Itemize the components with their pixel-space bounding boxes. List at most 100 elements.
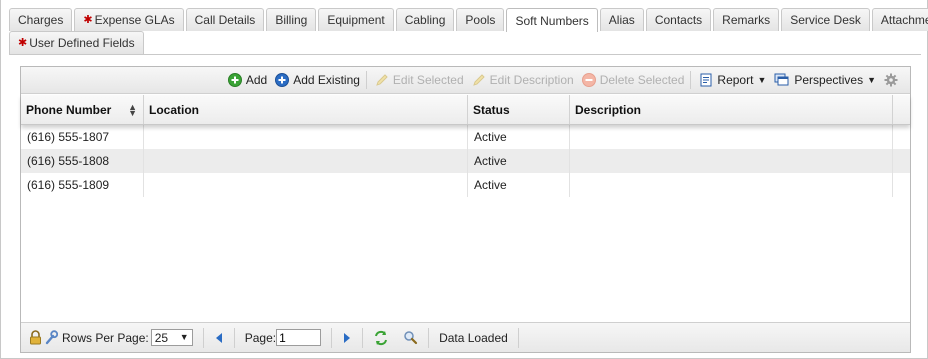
refresh-icon bbox=[375, 330, 388, 345]
grid-body: (616) 555-1807 Active (616) 555-1808 Active… bbox=[21, 125, 910, 322]
app-frame: Charges ✱ Expense GLAs Call Details Billing E… bbox=[0, 0, 928, 359]
arrow-right-icon bbox=[344, 332, 351, 343]
edit-description-label: Edit Description bbox=[489, 73, 574, 87]
status-header-label: Status bbox=[473, 102, 510, 117]
pencil-icon bbox=[472, 74, 485, 86]
footer-separator bbox=[202, 327, 204, 348]
edit-selected-label: Edit Selected bbox=[392, 73, 464, 87]
toolbar-separator bbox=[690, 71, 692, 89]
tab-bar: Charges ✱ Expense GLAs Call Details Billing E… bbox=[9, 8, 928, 54]
status-message: Data Loaded bbox=[439, 330, 508, 345]
footer-separator bbox=[428, 327, 430, 348]
search-button[interactable] bbox=[403, 330, 418, 345]
grid-toolbar: Add Add Existing Edit Selected Edit Desc… bbox=[21, 67, 910, 94]
tab-label: User Defined Fields bbox=[29, 36, 135, 50]
column-header-phone-number[interactable]: Phone Number ▲ ▼ bbox=[21, 95, 144, 124]
tab-row-2: ✱ User Defined Fields bbox=[9, 31, 921, 54]
toolbar-separator bbox=[365, 71, 367, 89]
sort-icon[interactable]: ▲ ▼ bbox=[128, 102, 137, 117]
tab-row-1: Charges ✱ Expense GLAs Call Details Billing E… bbox=[9, 8, 928, 32]
tab-soft-numbers[interactable]: Soft Numbers bbox=[506, 8, 598, 32]
perspectives-icon bbox=[774, 73, 789, 86]
table-row[interactable]: (616) 555-1807 Active bbox=[21, 125, 910, 149]
add-existing-button[interactable]: Add Existing bbox=[275, 73, 360, 87]
cell-phone-number: (616) 555-1808 bbox=[21, 149, 144, 173]
settings-button[interactable] bbox=[884, 73, 902, 87]
page-number-input[interactable] bbox=[276, 329, 322, 346]
tab-label: Soft Numbers bbox=[515, 13, 589, 28]
tab-user-defined-fields[interactable]: ✱ User Defined Fields bbox=[9, 31, 144, 54]
tab-alias[interactable]: Alias bbox=[599, 8, 644, 31]
cell-description bbox=[570, 173, 893, 197]
tab-label: Billing bbox=[275, 13, 308, 27]
previous-page-button[interactable] bbox=[214, 332, 224, 344]
tab-label: Service Desk bbox=[790, 13, 861, 27]
tab-equipment[interactable]: Equipment bbox=[318, 8, 394, 31]
tab-call-details[interactable]: Call Details bbox=[185, 8, 265, 31]
arrow-left-icon bbox=[215, 332, 222, 343]
cell-description bbox=[570, 125, 893, 149]
refresh-button[interactable] bbox=[373, 330, 389, 346]
footer-separator bbox=[233, 327, 235, 348]
soft-numbers-panel: Add Add Existing Edit Selected Edit Desc… bbox=[20, 66, 911, 353]
next-page-button[interactable] bbox=[342, 332, 352, 344]
cell-location bbox=[144, 125, 468, 149]
rows-per-page-label: Rows Per Page: bbox=[62, 330, 149, 345]
wrench-icon[interactable] bbox=[44, 330, 58, 345]
table-row[interactable]: (616) 555-1808 Active bbox=[21, 149, 910, 173]
edit-selected-button[interactable]: Edit Selected bbox=[375, 73, 464, 87]
cell-status: Active bbox=[468, 149, 570, 173]
add-label: Add bbox=[245, 73, 268, 87]
required-icon: ✱ bbox=[83, 13, 93, 26]
tab-label: Pools bbox=[465, 13, 496, 27]
tab-label: Remarks bbox=[722, 13, 771, 27]
column-header-location[interactable]: Location bbox=[144, 95, 468, 124]
grid-footer: Rows Per Page: 25 ▼ Page: 1 Data Loaded bbox=[21, 322, 910, 352]
tab-pools[interactable]: Pools bbox=[456, 8, 505, 31]
report-button[interactable]: Report ▼ bbox=[699, 73, 766, 87]
cell-phone-number: (616) 555-1809 bbox=[21, 173, 144, 197]
delete-selected-label: Delete Selected bbox=[599, 73, 685, 87]
tab-attachments[interactable]: Attachments bbox=[871, 8, 928, 31]
tab-divider bbox=[9, 54, 921, 55]
delete-selected-button[interactable]: Delete Selected bbox=[581, 73, 685, 87]
description-header-label: Description bbox=[575, 102, 642, 117]
chevron-down-icon: ▼ bbox=[867, 75, 876, 85]
lock-icon[interactable] bbox=[29, 330, 42, 345]
add-existing-label: Add Existing bbox=[293, 73, 360, 87]
report-label: Report bbox=[717, 73, 754, 87]
table-row[interactable]: (616) 555-1809 Active bbox=[21, 173, 910, 197]
footer-separator bbox=[517, 327, 519, 348]
tab-contacts[interactable]: Contacts bbox=[645, 8, 712, 31]
add-button[interactable]: Add bbox=[227, 73, 268, 87]
cell-phone-number: (616) 555-1807 bbox=[21, 125, 144, 149]
column-header-description[interactable]: Description bbox=[570, 95, 893, 124]
add-icon bbox=[227, 73, 242, 87]
grid-header: Phone Number ▲ ▼ Location Status Descript… bbox=[21, 95, 910, 125]
add-existing-icon bbox=[275, 73, 290, 87]
tab-label: Expense GLAs bbox=[94, 13, 175, 27]
tab-billing[interactable]: Billing bbox=[266, 8, 317, 31]
column-header-status[interactable]: Status bbox=[468, 95, 570, 124]
phone-number-header-label: Phone Number bbox=[26, 102, 112, 117]
footer-separator bbox=[331, 327, 333, 348]
page-label: Page: bbox=[244, 330, 277, 345]
tab-charges[interactable]: Charges bbox=[9, 8, 73, 31]
tab-cabling[interactable]: Cabling bbox=[395, 8, 455, 31]
edit-description-button[interactable]: Edit Description bbox=[472, 73, 574, 87]
tab-label: Alias bbox=[608, 13, 635, 27]
tab-expense-glas[interactable]: ✱ Expense GLAs bbox=[74, 8, 184, 31]
delete-icon bbox=[581, 73, 596, 87]
search-icon bbox=[404, 331, 418, 345]
location-header-label: Location bbox=[149, 102, 199, 117]
tab-remarks[interactable]: Remarks bbox=[713, 8, 780, 31]
rows-per-page-select[interactable]: 25 ▼ bbox=[150, 329, 193, 346]
cell-status: Active bbox=[468, 173, 570, 197]
perspectives-button[interactable]: Perspectives ▼ bbox=[774, 73, 876, 87]
gear-icon bbox=[884, 73, 898, 87]
tab-label: Charges bbox=[18, 13, 64, 27]
cell-status: Active bbox=[468, 125, 570, 149]
tab-service-desk[interactable]: Service Desk bbox=[781, 8, 870, 31]
cell-location bbox=[144, 149, 468, 173]
chevron-down-icon: ▼ bbox=[179, 332, 189, 342]
